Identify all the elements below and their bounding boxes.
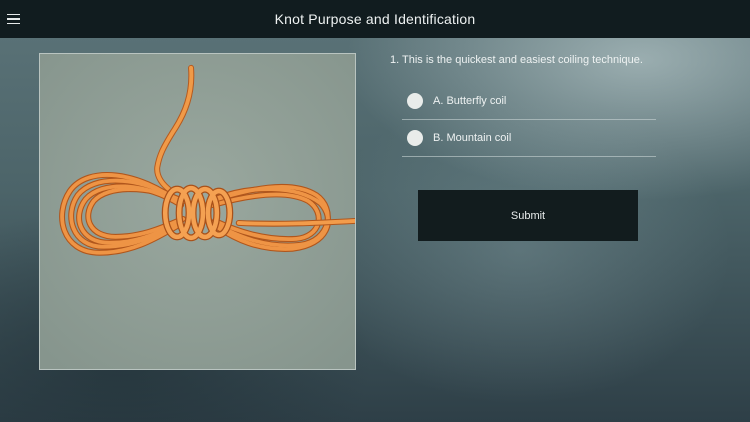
radio-button-icon[interactable]: [407, 92, 423, 109]
submit-button[interactable]: Submit: [418, 190, 638, 241]
question-text: 1. This is the quickest and easiest coil…: [390, 54, 643, 66]
radio-button-icon[interactable]: [407, 129, 423, 146]
app-header: Knot Purpose and Identification: [0, 0, 750, 38]
option-a[interactable]: A. Butterfly coil: [402, 82, 656, 120]
option-label: B. Mountain coil: [433, 131, 512, 144]
hamburger-menu-icon[interactable]: [7, 11, 20, 27]
option-label: A. Butterfly coil: [433, 94, 507, 107]
option-b[interactable]: B. Mountain coil: [402, 119, 656, 157]
rope-coil-image: [39, 53, 356, 370]
page-title: Knot Purpose and Identification: [274, 11, 476, 27]
